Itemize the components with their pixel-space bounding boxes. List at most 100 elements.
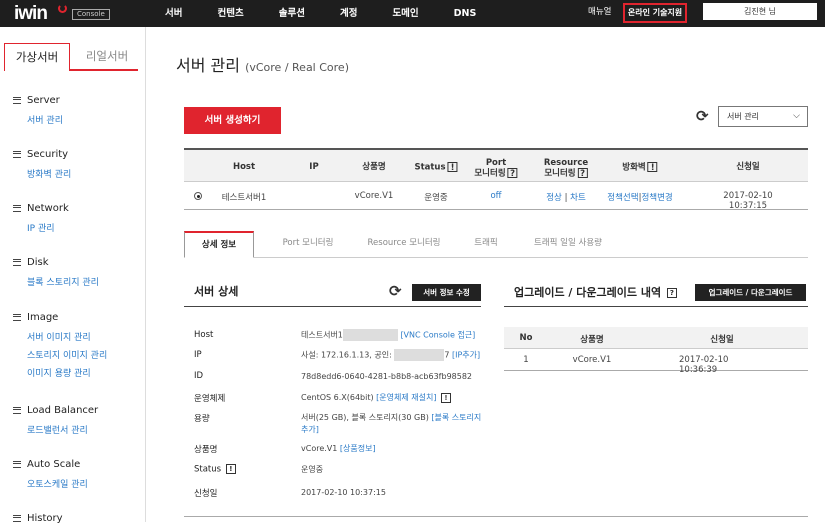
tab-virtual-server[interactable]: 가상서버 — [4, 43, 70, 71]
tab-real-server[interactable]: 리얼서버 — [76, 43, 138, 71]
cell-resource: 정상 | 차트 — [546, 191, 586, 203]
col-port-label2: 모니터링 — [474, 168, 506, 179]
table-row: 1 vCore.V1 2017-02-10 10:36:39 — [504, 349, 808, 375]
page-subtitle: (vCore / Real Core) — [245, 61, 349, 74]
list-icon — [13, 96, 21, 104]
upgrade-downgrade-button[interactable]: 업그레이드 / 다운그레이드 — [695, 284, 806, 301]
col-status-label: Status — [414, 162, 446, 173]
nav-domain[interactable]: 도메인 — [392, 0, 418, 27]
cell-product: vCore.V1 — [572, 355, 612, 365]
add-block-storage-link-2[interactable]: 추가] — [301, 425, 319, 434]
help-icon[interactable]: ! — [225, 464, 236, 474]
cell-host: 테스트서버1 — [221, 193, 267, 203]
create-server-button[interactable]: 서버 생성하기 — [184, 107, 281, 134]
row-radio[interactable] — [194, 192, 202, 200]
col-ip: IP — [309, 162, 319, 172]
sidebar-item-image-capacity[interactable]: 이미지 용량 관리 — [27, 366, 107, 379]
tab-traffic[interactable]: 트래픽 — [456, 231, 516, 258]
masked-text — [342, 329, 398, 341]
help-icon[interactable]: ! — [647, 162, 658, 173]
sidebar-item-ip[interactable]: IP 관리 — [27, 221, 69, 234]
value-host: 테스트서버1 [VNC Console 접근] — [301, 329, 475, 342]
add-ip-link[interactable]: [IP추가] — [452, 351, 480, 360]
help-icon[interactable]: ! — [447, 162, 458, 173]
tab-resource-monitoring[interactable]: Resource 모니터링 — [354, 231, 454, 258]
main-menu: 서버 컨텐츠 솔루션 계정 도메인 DNS — [165, 0, 511, 27]
cell-date: 2017-02-10 10:36:39 — [679, 355, 729, 375]
edit-server-info-button[interactable]: 서버 정보 수정 — [412, 284, 481, 301]
reinstall-os-link[interactable]: [운영체제 재설치] — [376, 393, 436, 402]
resource-normal-link[interactable]: 정상 — [546, 193, 562, 203]
power-logo-icon — [58, 4, 67, 13]
col-date: 신청일 — [736, 162, 760, 172]
sidebar-item-auto-scale[interactable]: 오토스케일 관리 — [27, 477, 88, 490]
sidebar-item-server-manage[interactable]: 서버 관리 — [27, 113, 63, 126]
group-title: Disk — [27, 256, 49, 268]
group-server: Server 서버 관리 — [13, 93, 63, 126]
add-block-storage-link[interactable]: [블록 스토리지 — [431, 413, 481, 422]
ip-text: 사설: 172.16.1.13, 공인: — [301, 350, 392, 360]
divider — [184, 516, 808, 517]
page-title: 서버 관리 (vCore / Real Core) — [176, 52, 349, 76]
help-icon[interactable]: ? — [577, 168, 588, 179]
vnc-console-link[interactable]: [VNC Console 접근] — [400, 331, 475, 340]
col-resource-label2: 모니터링 — [544, 168, 576, 179]
tab-port-monitoring[interactable]: Port 모니터링 — [264, 231, 352, 258]
nav-server[interactable]: 서버 — [165, 0, 182, 27]
refresh-icon[interactable]: ⟳ — [389, 282, 402, 300]
label-capacity: 용량 — [194, 414, 210, 424]
col-firewall-label: 방화벽 — [622, 162, 646, 173]
group-title: Network — [27, 202, 69, 214]
value-os: CentOS 6.X(64bit) [운영체제 재설치] ! — [301, 392, 452, 404]
help-icon[interactable]: ? — [666, 288, 677, 298]
list-icon — [13, 460, 21, 468]
chevron-down-icon: ⌵ — [793, 111, 800, 121]
group-title: Image — [27, 311, 59, 323]
nav-solution[interactable]: 솔루션 — [279, 0, 305, 27]
sidebar-item-load-balancer[interactable]: 로드밸런서 관리 — [27, 423, 98, 436]
group-auto-scale: Auto Scale 오토스케일 관리 — [13, 457, 88, 490]
help-icon[interactable]: ! — [441, 392, 452, 403]
group-load-balancer: Load Balancer 로드밸런서 관리 — [13, 403, 98, 436]
view-select[interactable]: 서버 관리 ⌵ — [718, 106, 808, 127]
sidebar-item-storage-image[interactable]: 스토리지 이미지 관리 — [27, 348, 107, 361]
product-info-link[interactable]: [상품정보] — [340, 444, 376, 453]
online-support-link[interactable]: 온라인 기술지원 — [623, 3, 687, 23]
sidebar-item-server-image[interactable]: 서버 이미지 관리 — [27, 330, 107, 343]
tab-detail-info[interactable]: 상세 정보 — [184, 231, 254, 258]
product-text: vCore.V1 — [301, 444, 338, 453]
cell-firewall: 정책선택|정책변경 — [607, 191, 672, 203]
nav-dns[interactable]: DNS — [454, 0, 477, 27]
cell-port-off[interactable]: off — [490, 191, 501, 201]
sidebar-item-firewall[interactable]: 방화벽 관리 — [27, 167, 71, 180]
label-os: 운영체제 — [194, 394, 226, 404]
label-ip: IP — [194, 350, 202, 360]
table-row[interactable]: 테스트서버1 vCore.V1 운영중 off 정상 | 차트 정책선택|정책변… — [184, 182, 808, 211]
col-no: No — [519, 333, 533, 343]
policy-select-link[interactable]: 정책선택 — [607, 193, 638, 203]
nav-account[interactable]: 계정 — [340, 0, 357, 27]
resource-chart-link[interactable]: 차트 — [570, 193, 586, 203]
tab-daily-traffic[interactable]: 트래픽 일일 사용량 — [518, 231, 618, 258]
manual-link[interactable]: 매뉴얼 — [588, 0, 611, 24]
group-network: Network IP 관리 — [13, 201, 69, 234]
user-menu[interactable]: 김진현 님 — [703, 3, 817, 20]
list-icon — [13, 258, 21, 266]
group-title: Server — [27, 94, 60, 106]
refresh-icon[interactable]: ⟳ — [696, 107, 709, 125]
table-header: Host IP 상품명 Status! Port 모니터링? Resource 모니… — [184, 150, 808, 182]
nav-contents[interactable]: 컨텐츠 — [217, 0, 243, 27]
cell-date: 2017-02-10 10:37:15 — [723, 191, 773, 211]
iwin-logo[interactable]: iwin — [14, 3, 48, 25]
help-icon[interactable]: ? — [507, 168, 518, 179]
col-port-label: Port — [485, 158, 507, 168]
col-host: Host — [232, 162, 256, 172]
policy-change-link[interactable]: 정책변경 — [641, 193, 672, 203]
sidebar: 가상서버 리얼서버 Server 서버 관리 Security 방화벽 관리 N… — [0, 27, 146, 524]
sidebar-item-block-storage[interactable]: 블록 스토리지 관리 — [27, 275, 99, 288]
list-icon — [13, 406, 21, 414]
value-product: vCore.V1 [상품정보] — [301, 443, 376, 455]
col-firewall: 방화벽! — [622, 162, 658, 173]
col-product: 상품명 — [580, 335, 604, 345]
col-status: Status! — [414, 162, 458, 173]
